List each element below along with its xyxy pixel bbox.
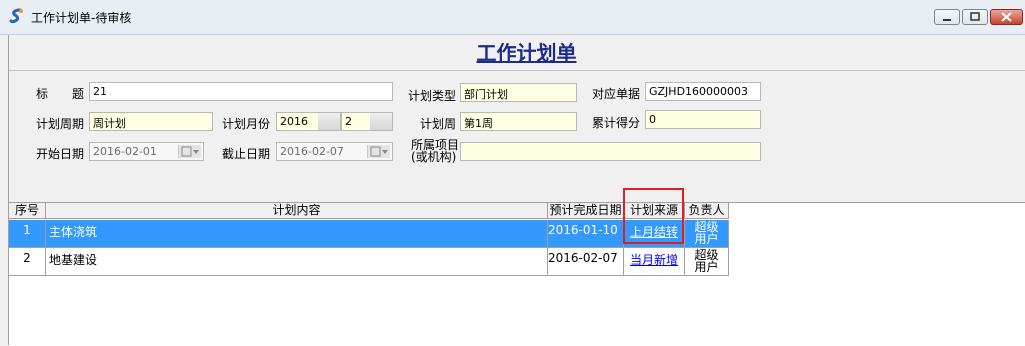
table-row[interactable]: 1 主体浇筑 2016-01-10 上月结转 超级用户: [9, 220, 729, 248]
month-label: 计划月份: [222, 117, 271, 131]
start-date-label: 开始日期: [36, 147, 85, 161]
window-title: 工作计划单-待审核: [31, 11, 132, 25]
title-divider: [9, 70, 1025, 71]
title-input[interactable]: 21: [89, 82, 393, 101]
end-date-picker[interactable]: 2016-02-07: [276, 142, 393, 161]
row-owner[interactable]: 超级用户: [685, 220, 729, 248]
minimize-button[interactable]: [934, 9, 960, 25]
week-label: 计划周: [420, 117, 457, 131]
start-date-picker[interactable]: 2016-02-01: [89, 142, 204, 161]
plan-items-table[interactable]: 序号 计划内容 预计完成日期 计划来源 负责人 1 主体浇筑 2016-01-1…: [9, 202, 1025, 346]
form-title: 工作计划单: [476, 41, 577, 65]
minimize-icon: [943, 19, 951, 21]
month-spin-buttons[interactable]: [370, 113, 392, 130]
ref-doc-field[interactable]: GZJHD160000003: [645, 82, 761, 101]
maximize-button[interactable]: [962, 9, 988, 25]
end-date-label: 截止日期: [222, 147, 271, 161]
plan-type-label: 计划类型: [408, 89, 457, 103]
start-date-value: 2016-02-01: [93, 145, 157, 158]
period-field[interactable]: 周计划: [89, 112, 213, 131]
title-label-char1: 标: [36, 87, 49, 101]
year-value: 2016: [280, 115, 308, 128]
source-column-highlight-box: [623, 188, 684, 244]
plan-type-field[interactable]: 部门计划: [460, 83, 577, 102]
end-date-value: 2016-02-07: [280, 145, 344, 158]
row-index: 2: [9, 248, 46, 276]
form-client-area: 工作计划单 标 题 21 计划类型 部门计划 对应单据 GZJHD1600000…: [8, 35, 1025, 346]
month-value: 2: [345, 115, 352, 128]
title-label-char2: 题: [72, 87, 85, 101]
year-spin-buttons[interactable]: [318, 113, 340, 130]
project-label-line2: (或机构): [411, 150, 457, 164]
month-spinner[interactable]: 2: [341, 112, 393, 131]
close-icon: [1001, 12, 1012, 22]
source-link[interactable]: 当月新增: [630, 253, 678, 267]
row-content[interactable]: 地基建设: [46, 248, 548, 276]
row-due-date[interactable]: 2016-02-07: [548, 248, 624, 276]
col-header-index[interactable]: 序号: [9, 203, 46, 219]
window-titlebar[interactable]: 工作计划单-待审核: [0, 0, 1025, 35]
score-label: 累计得分: [592, 116, 641, 130]
row-content[interactable]: 主体浇筑: [46, 220, 548, 248]
table-row[interactable]: 2 地基建设 2016-02-07 当月新增 超级用户: [9, 248, 729, 276]
score-field[interactable]: 0: [645, 110, 761, 129]
app-logo-icon: [9, 8, 23, 24]
year-spinner[interactable]: 2016: [276, 112, 341, 131]
calendar-icon: [181, 146, 199, 157]
end-date-dropdown[interactable]: [367, 145, 390, 158]
period-label: 计划周期: [36, 117, 85, 131]
row-owner[interactable]: 超级用户: [685, 248, 729, 276]
row-index: 1: [9, 220, 46, 248]
col-header-owner[interactable]: 负责人: [685, 203, 729, 219]
maximize-icon: [970, 12, 980, 21]
row-source[interactable]: 当月新增: [624, 248, 685, 276]
ref-doc-label: 对应单据: [592, 87, 641, 101]
calendar-icon: [370, 146, 388, 157]
project-field[interactable]: [460, 142, 761, 161]
col-header-content[interactable]: 计划内容: [46, 203, 548, 219]
week-field[interactable]: 第1周: [460, 112, 577, 131]
row-due-date[interactable]: 2016-01-10: [548, 220, 624, 248]
col-header-due-date[interactable]: 预计完成日期: [548, 203, 624, 219]
close-button[interactable]: [990, 9, 1023, 25]
start-date-dropdown[interactable]: [178, 145, 201, 158]
